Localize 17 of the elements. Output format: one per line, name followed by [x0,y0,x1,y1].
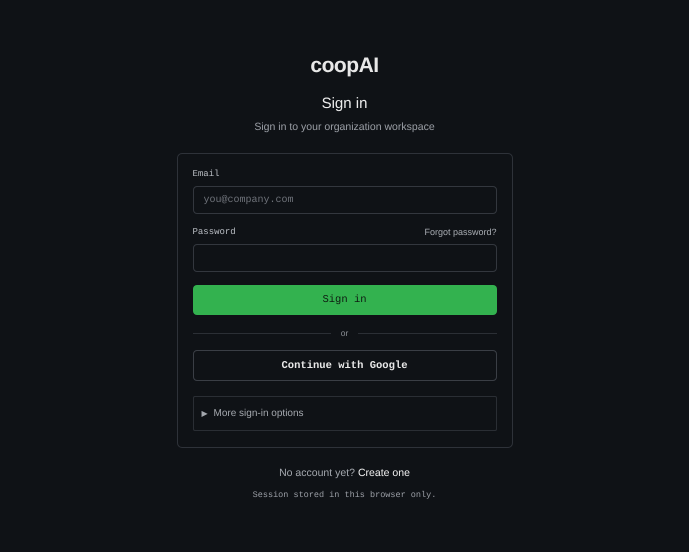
divider-label: or [340,328,348,338]
forgot-password-link[interactable]: Forgot password? [424,226,496,238]
more-options-toggle[interactable]: ▶ More sign-in options [192,396,496,431]
session-note: Session stored in this browser only. [252,490,436,500]
google-button[interactable]: Continue with Google [192,350,496,381]
signup-prompt: No account yet? [279,467,355,479]
create-account-link[interactable]: Create one [358,467,410,479]
email-field[interactable]: you@company.com [192,186,496,214]
logo: coopAI [310,54,379,78]
more-options-label: More sign-in options [214,408,304,419]
password-label: Password [192,226,236,238]
page-title: Sign in [322,94,368,114]
email-label: Email [192,168,220,180]
page-subtitle: Sign in to your organization workspace [254,120,435,134]
disclosure-marker: ▶ [202,409,208,418]
sign-in-button[interactable]: Sign in [192,285,496,315]
password-field[interactable] [192,244,496,272]
